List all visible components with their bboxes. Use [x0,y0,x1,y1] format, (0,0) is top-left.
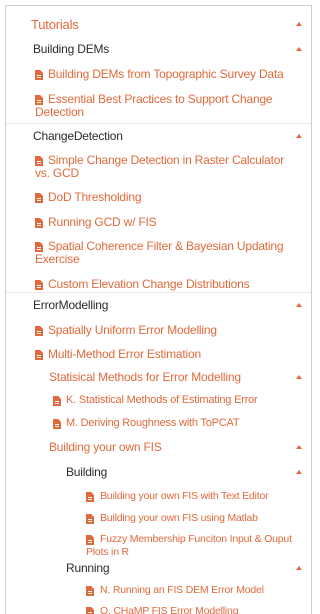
tree-node-label: Tutorials [31,17,79,32]
tree-node-label: Building [66,465,108,479]
divider [6,123,311,124]
tree-link-label[interactable]: O. CHaMP FIS Error Modelling [100,605,239,614]
folder-open-icon [16,21,26,30]
folder-icon [18,133,28,142]
file-icon [86,492,94,502]
tree-node-label: Building DEMs [33,42,110,56]
collapse-caret-icon[interactable] [296,22,302,26]
file-icon [35,193,43,203]
tree-link-label[interactable]: Building your own FIS with Text Editor [100,490,269,503]
tree-node-label: ChangeDetection [33,129,123,143]
collapse-caret-icon[interactable] [296,445,302,449]
tree-link-label[interactable]: Spatial Coherence Filter & Bayesian Upda… [35,240,297,266]
file-icon [35,218,43,228]
tree-link-label[interactable]: Custom Elevation Change Distributions [48,278,250,291]
tree-node-label: Statisical Methods for Error Modelling [49,370,241,384]
folder-open-icon [35,374,45,383]
file-icon [35,350,43,360]
file-icon [53,396,61,406]
tree-node-label: Running [66,561,110,575]
folder-open-icon [35,444,45,453]
tree-link-label[interactable]: Multi-Method Error Estimation [48,348,201,361]
folder-icon [18,302,28,311]
tree-link-label[interactable]: K. Statistical Methods of Estimating Err… [66,394,258,407]
tree-link-label[interactable]: Building DEMs from Topographic Survey Da… [48,68,303,81]
folder-icon [18,46,28,55]
tree-link-label[interactable]: Running GCD w/ FIS [48,216,157,229]
file-icon [86,586,94,596]
tree-link-label[interactable]: Simple Change Detection in Raster Calcul… [35,154,297,180]
file-icon [35,70,43,80]
tree-link-label[interactable]: Spatially Uniform Error Modelling [48,324,217,337]
file-icon [35,280,43,290]
tree-node-label: ErrorModelling [33,298,109,312]
tree-link-label[interactable]: DoD Thresholding [48,191,142,204]
file-icon [86,607,94,614]
collapse-caret-icon[interactable] [296,303,302,307]
collapse-caret-icon[interactable] [296,134,302,138]
folder-icon [52,469,62,478]
tutorials-tree-panel: Tutorials Building DEMs Building DEMs fr… [5,5,312,614]
file-icon [35,326,43,336]
collapse-caret-icon[interactable] [296,375,302,379]
tree-node-label: Building your own FIS [49,440,162,454]
file-icon [53,419,61,429]
tree-link-label[interactable]: Fuzzy Membership Funciton Input & Ouput … [86,533,296,559]
divider [6,292,311,293]
collapse-caret-icon[interactable] [296,470,302,474]
tree-link-label[interactable]: N. Running an FIS DEM Error Model [100,584,264,597]
tree-link-label[interactable]: Essential Best Practices to Support Chan… [35,93,295,119]
collapse-caret-icon[interactable] [296,566,302,570]
collapse-caret-icon[interactable] [296,47,302,51]
folder-icon [52,565,62,574]
file-icon [86,514,94,524]
tree-link-label[interactable]: Building your own FIS using Matlab [100,512,258,525]
tree-link-label[interactable]: M. Deriving Roughness with ToPCAT [66,417,240,430]
